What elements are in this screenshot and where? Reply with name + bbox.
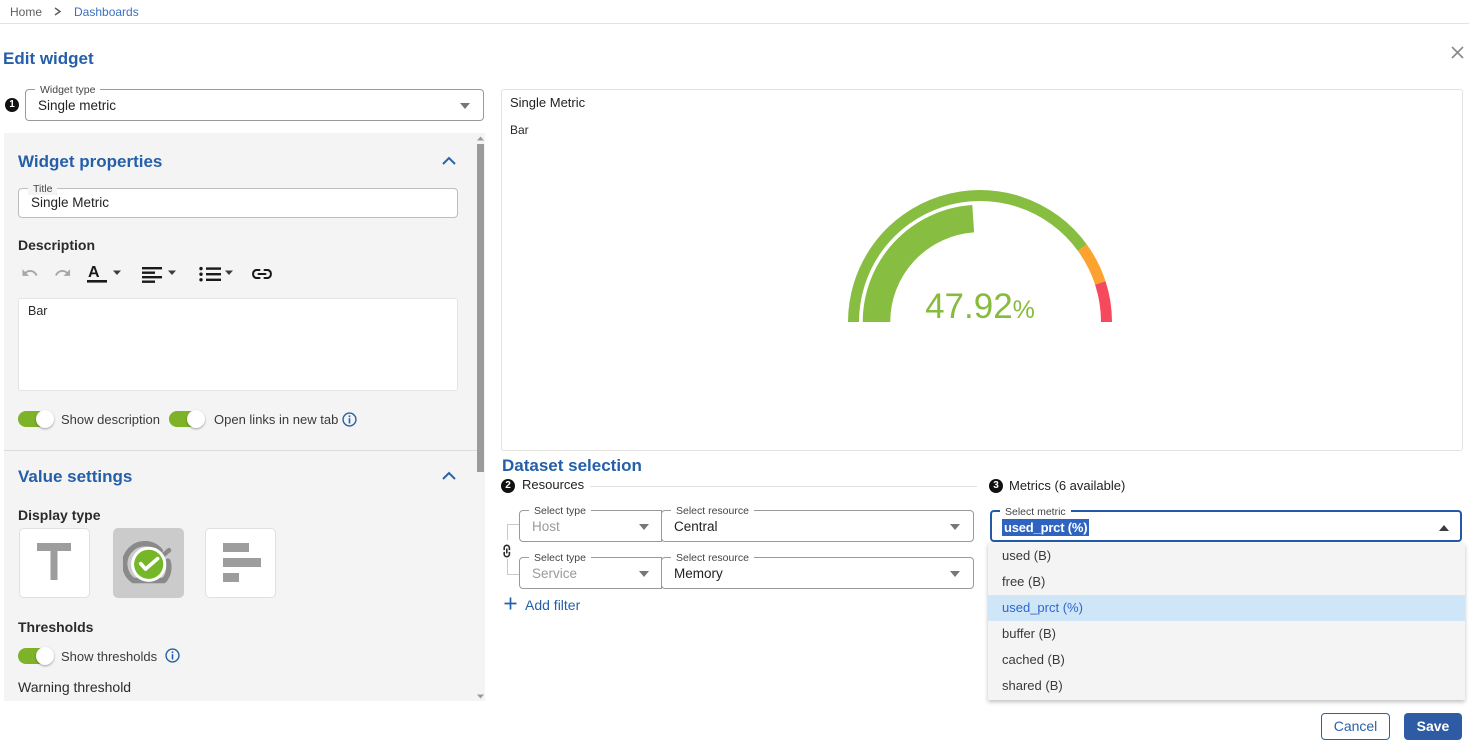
svg-text:A: A — [88, 264, 100, 281]
